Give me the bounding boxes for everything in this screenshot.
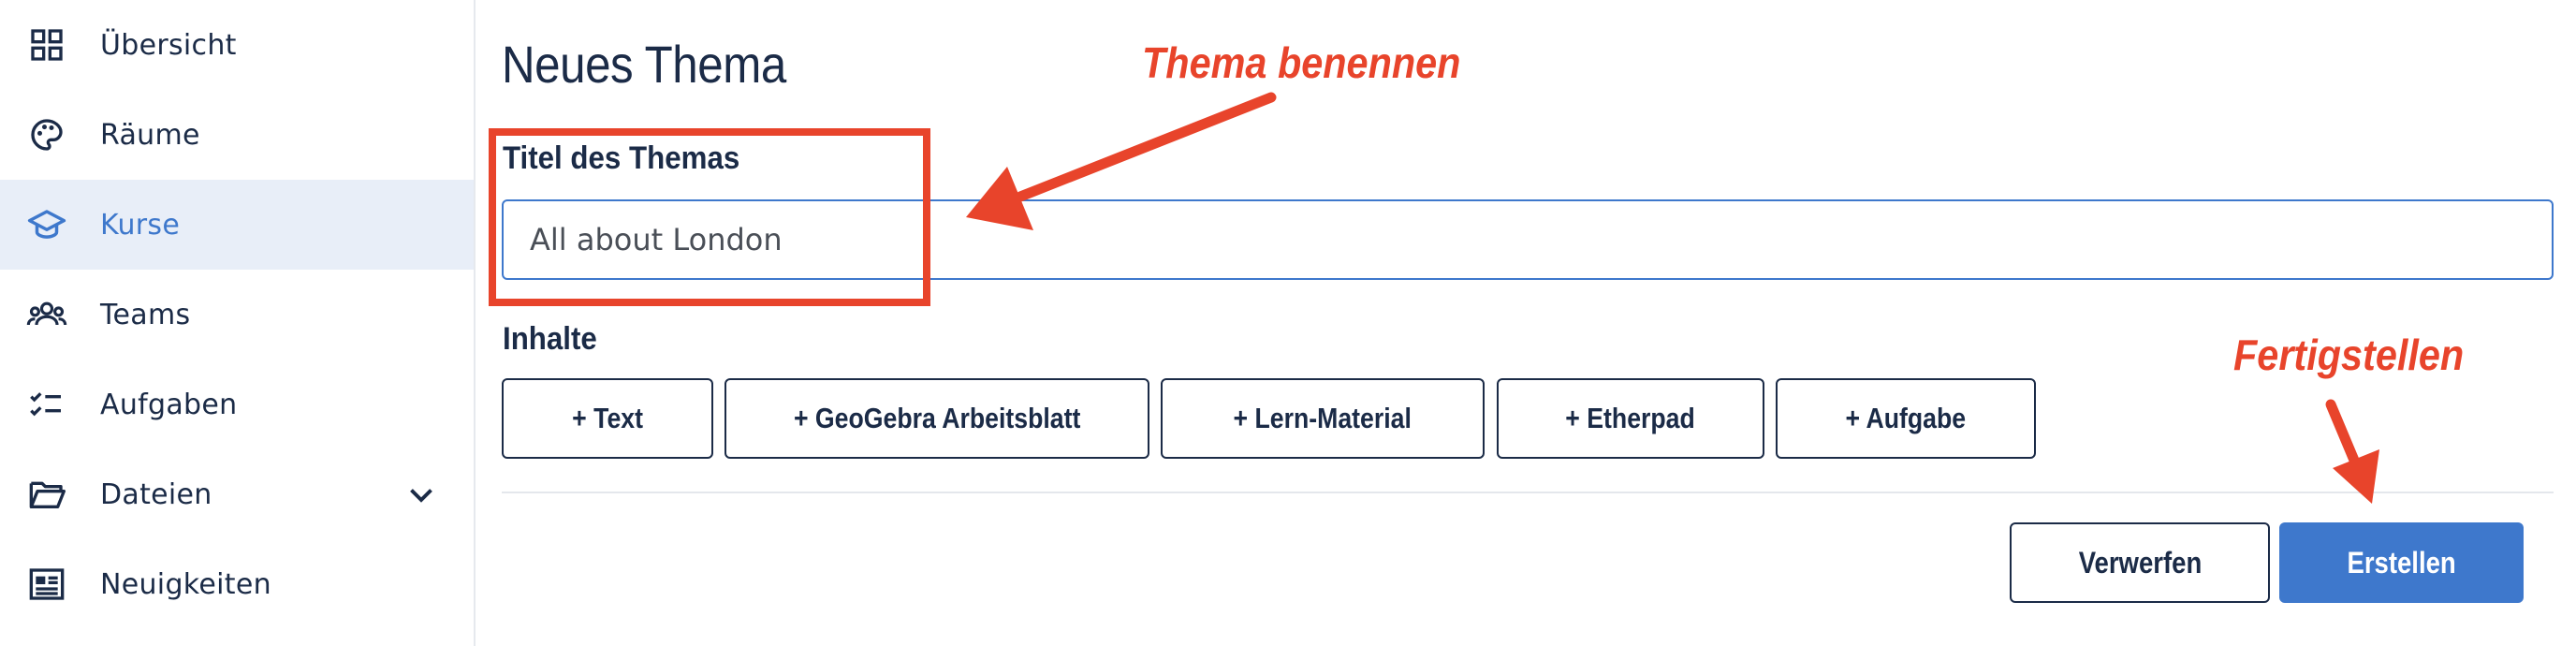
sidebar-item-label: Kurse [100, 208, 181, 242]
sidebar-item-aufgaben[interactable]: Aufgaben [0, 360, 474, 449]
sidebar-item-label: Dateien [100, 477, 212, 511]
page-title: Neues Thema [502, 35, 786, 94]
add-learning-material-label: + Lern-Material [1233, 402, 1412, 434]
sidebar-item-label: Teams [100, 298, 191, 331]
sidebar-item-uebersicht[interactable]: Übersicht [0, 0, 474, 90]
graduation-cap-icon [26, 204, 67, 245]
contents-label: Inhalte [503, 321, 597, 357]
newspaper-icon [26, 564, 67, 605]
annotation-highlight-box [489, 128, 930, 306]
annotation-arrow-finish [2325, 399, 2379, 504]
palette-icon [26, 114, 67, 155]
sidebar-item-dateien[interactable]: Dateien [0, 449, 474, 539]
add-geogebra-button[interactable]: + GeoGebra Arbeitsblatt [724, 378, 1149, 459]
annotation-name-topic: Thema benennen [1142, 38, 1461, 87]
sidebar-item-label: Aufgaben [100, 388, 238, 421]
sidebar-item-label: Übersicht [100, 28, 237, 62]
add-learning-material-button[interactable]: + Lern-Material [1161, 378, 1485, 459]
sidebar-item-neuigkeiten[interactable]: Neuigkeiten [0, 539, 474, 629]
add-task-label: + Aufgabe [1845, 402, 1967, 434]
sidebar-item-label: Räume [100, 118, 200, 152]
dashboard-grid-icon [26, 24, 67, 66]
sidebar-item-raeume[interactable]: Räume [0, 90, 474, 180]
add-text-button[interactable]: + Text [502, 378, 713, 459]
create-label: Erstellen [2347, 545, 2456, 580]
add-etherpad-label: + Etherpad [1565, 402, 1696, 434]
chevron-down-icon[interactable] [404, 477, 438, 511]
sidebar-item-kurse[interactable]: Kurse [0, 180, 474, 270]
divider [502, 492, 2554, 493]
add-geogebra-label: + GeoGebra Arbeitsblatt [793, 402, 1081, 434]
folder-open-icon [26, 474, 67, 515]
create-button[interactable]: Erstellen [2279, 522, 2524, 603]
sidebar: Übersicht Räume Kurse Teams Aufgaben Dat… [0, 0, 476, 646]
add-etherpad-button[interactable]: + Etherpad [1497, 378, 1764, 459]
annotation-finish: Fertigstellen [2233, 330, 2465, 379]
add-task-button[interactable]: + Aufgabe [1776, 378, 2036, 459]
people-group-icon [26, 294, 67, 335]
discard-label: Verwerfen [2078, 545, 2202, 580]
sidebar-item-teams[interactable]: Teams [0, 270, 474, 360]
sidebar-item-label: Neuigkeiten [100, 567, 271, 601]
add-text-label: + Text [572, 402, 643, 434]
discard-button[interactable]: Verwerfen [2010, 522, 2270, 603]
checklist-icon [26, 384, 67, 425]
